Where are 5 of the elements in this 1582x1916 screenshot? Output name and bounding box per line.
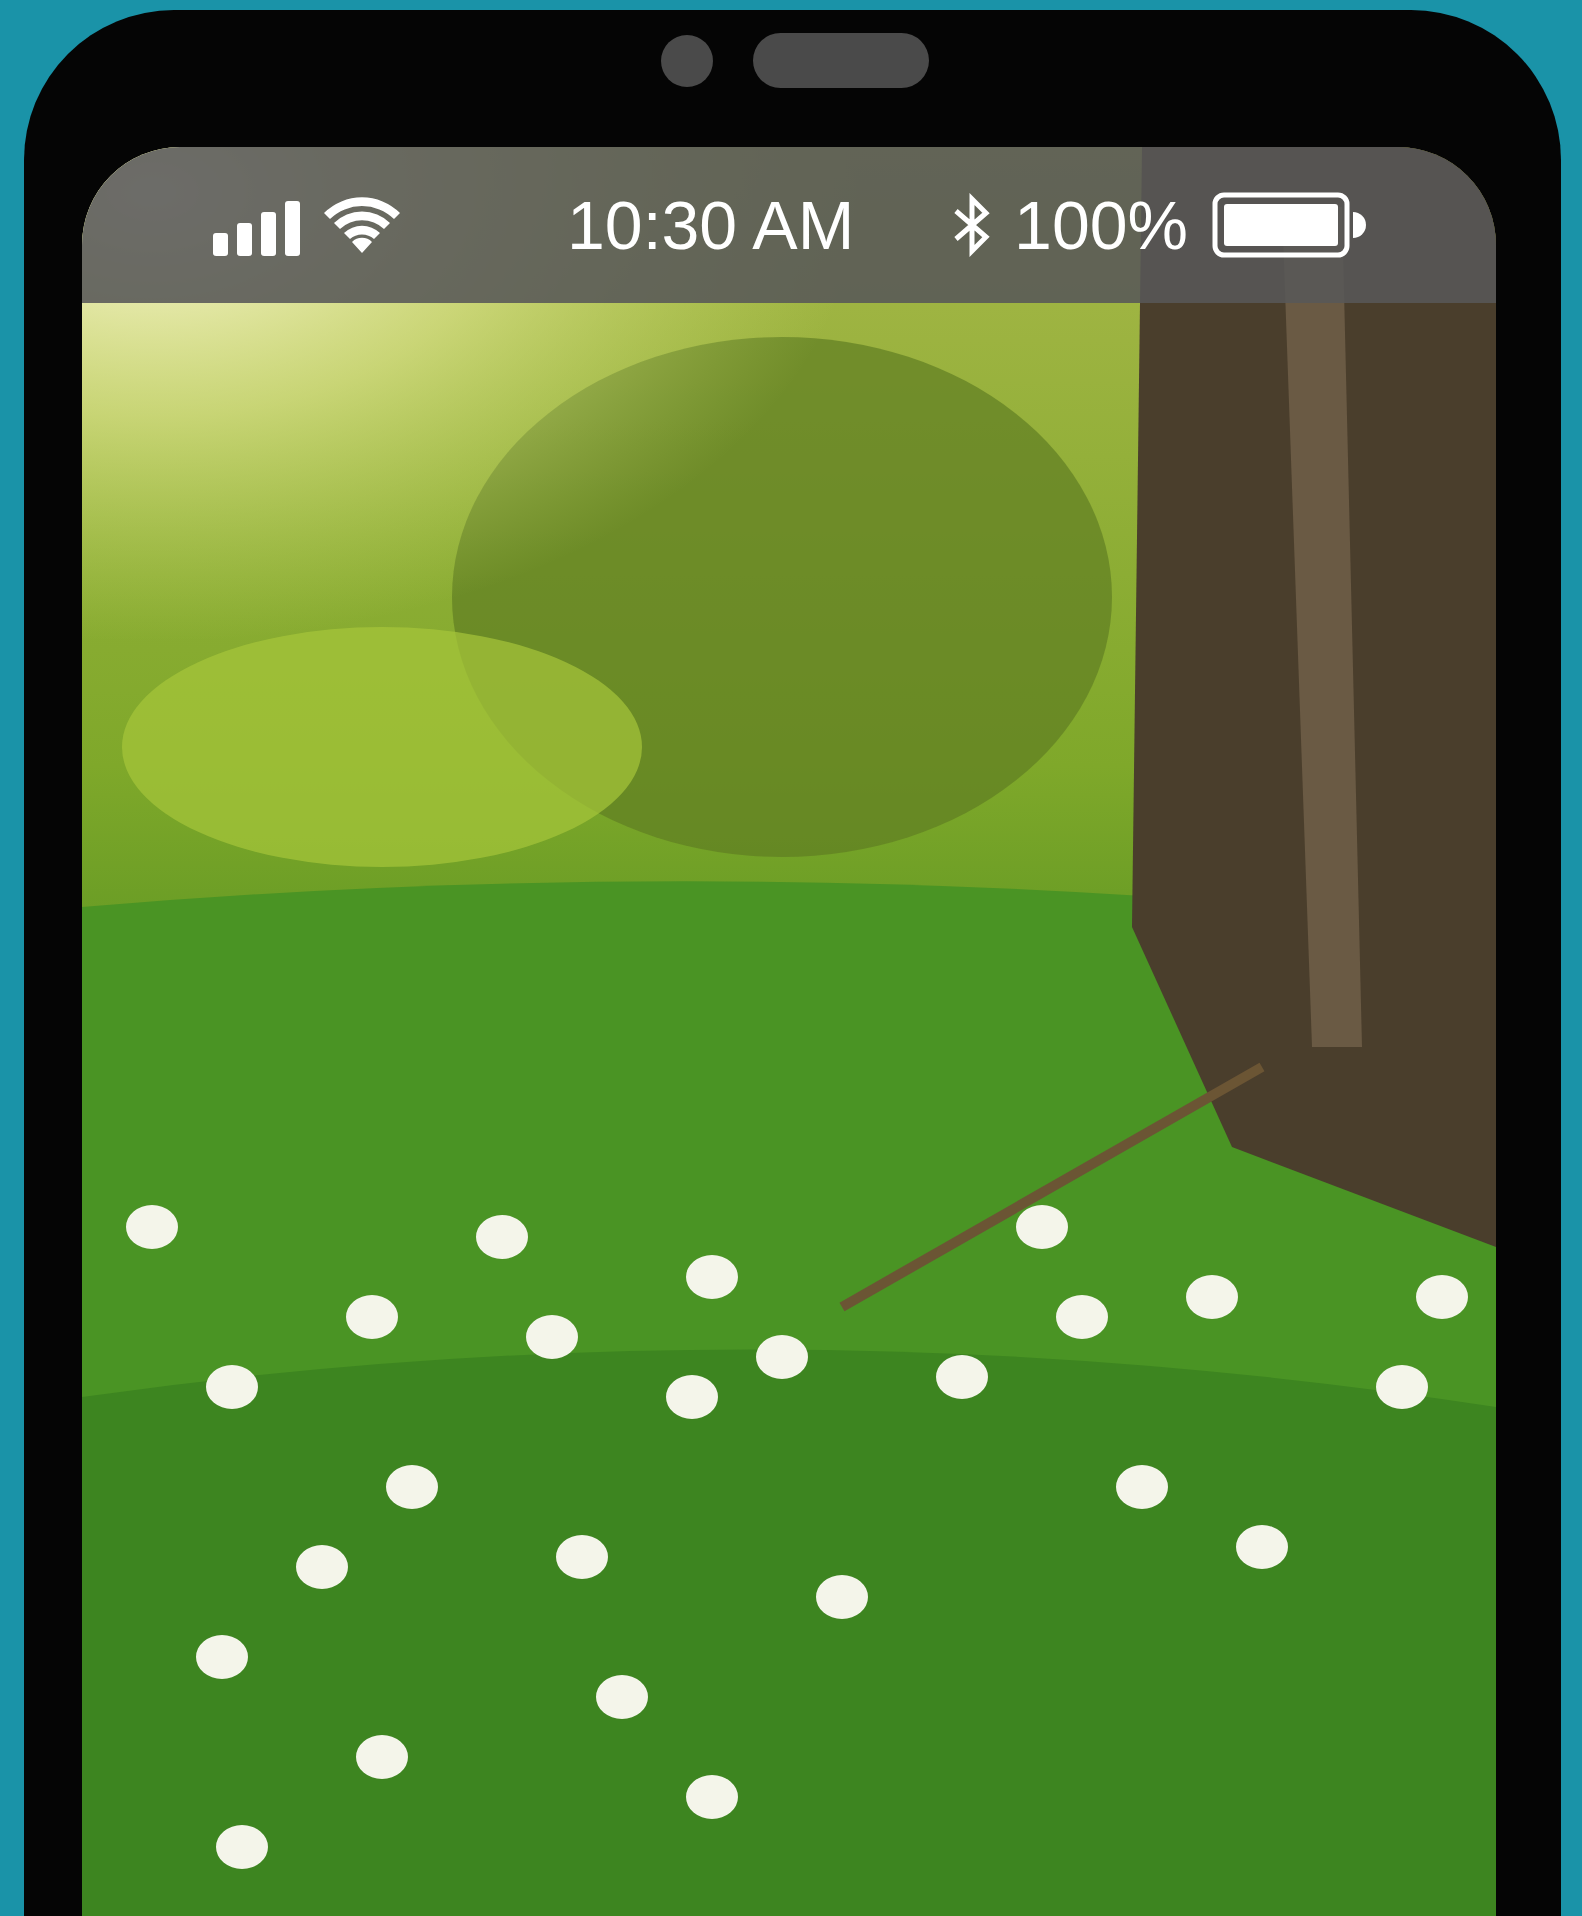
- clock-time: 10:30 AM: [567, 186, 855, 264]
- battery-percentage: 100%: [1014, 186, 1188, 264]
- battery-icon: [1212, 192, 1366, 258]
- wifi-icon: [324, 197, 400, 253]
- signal-icon: [213, 200, 302, 256]
